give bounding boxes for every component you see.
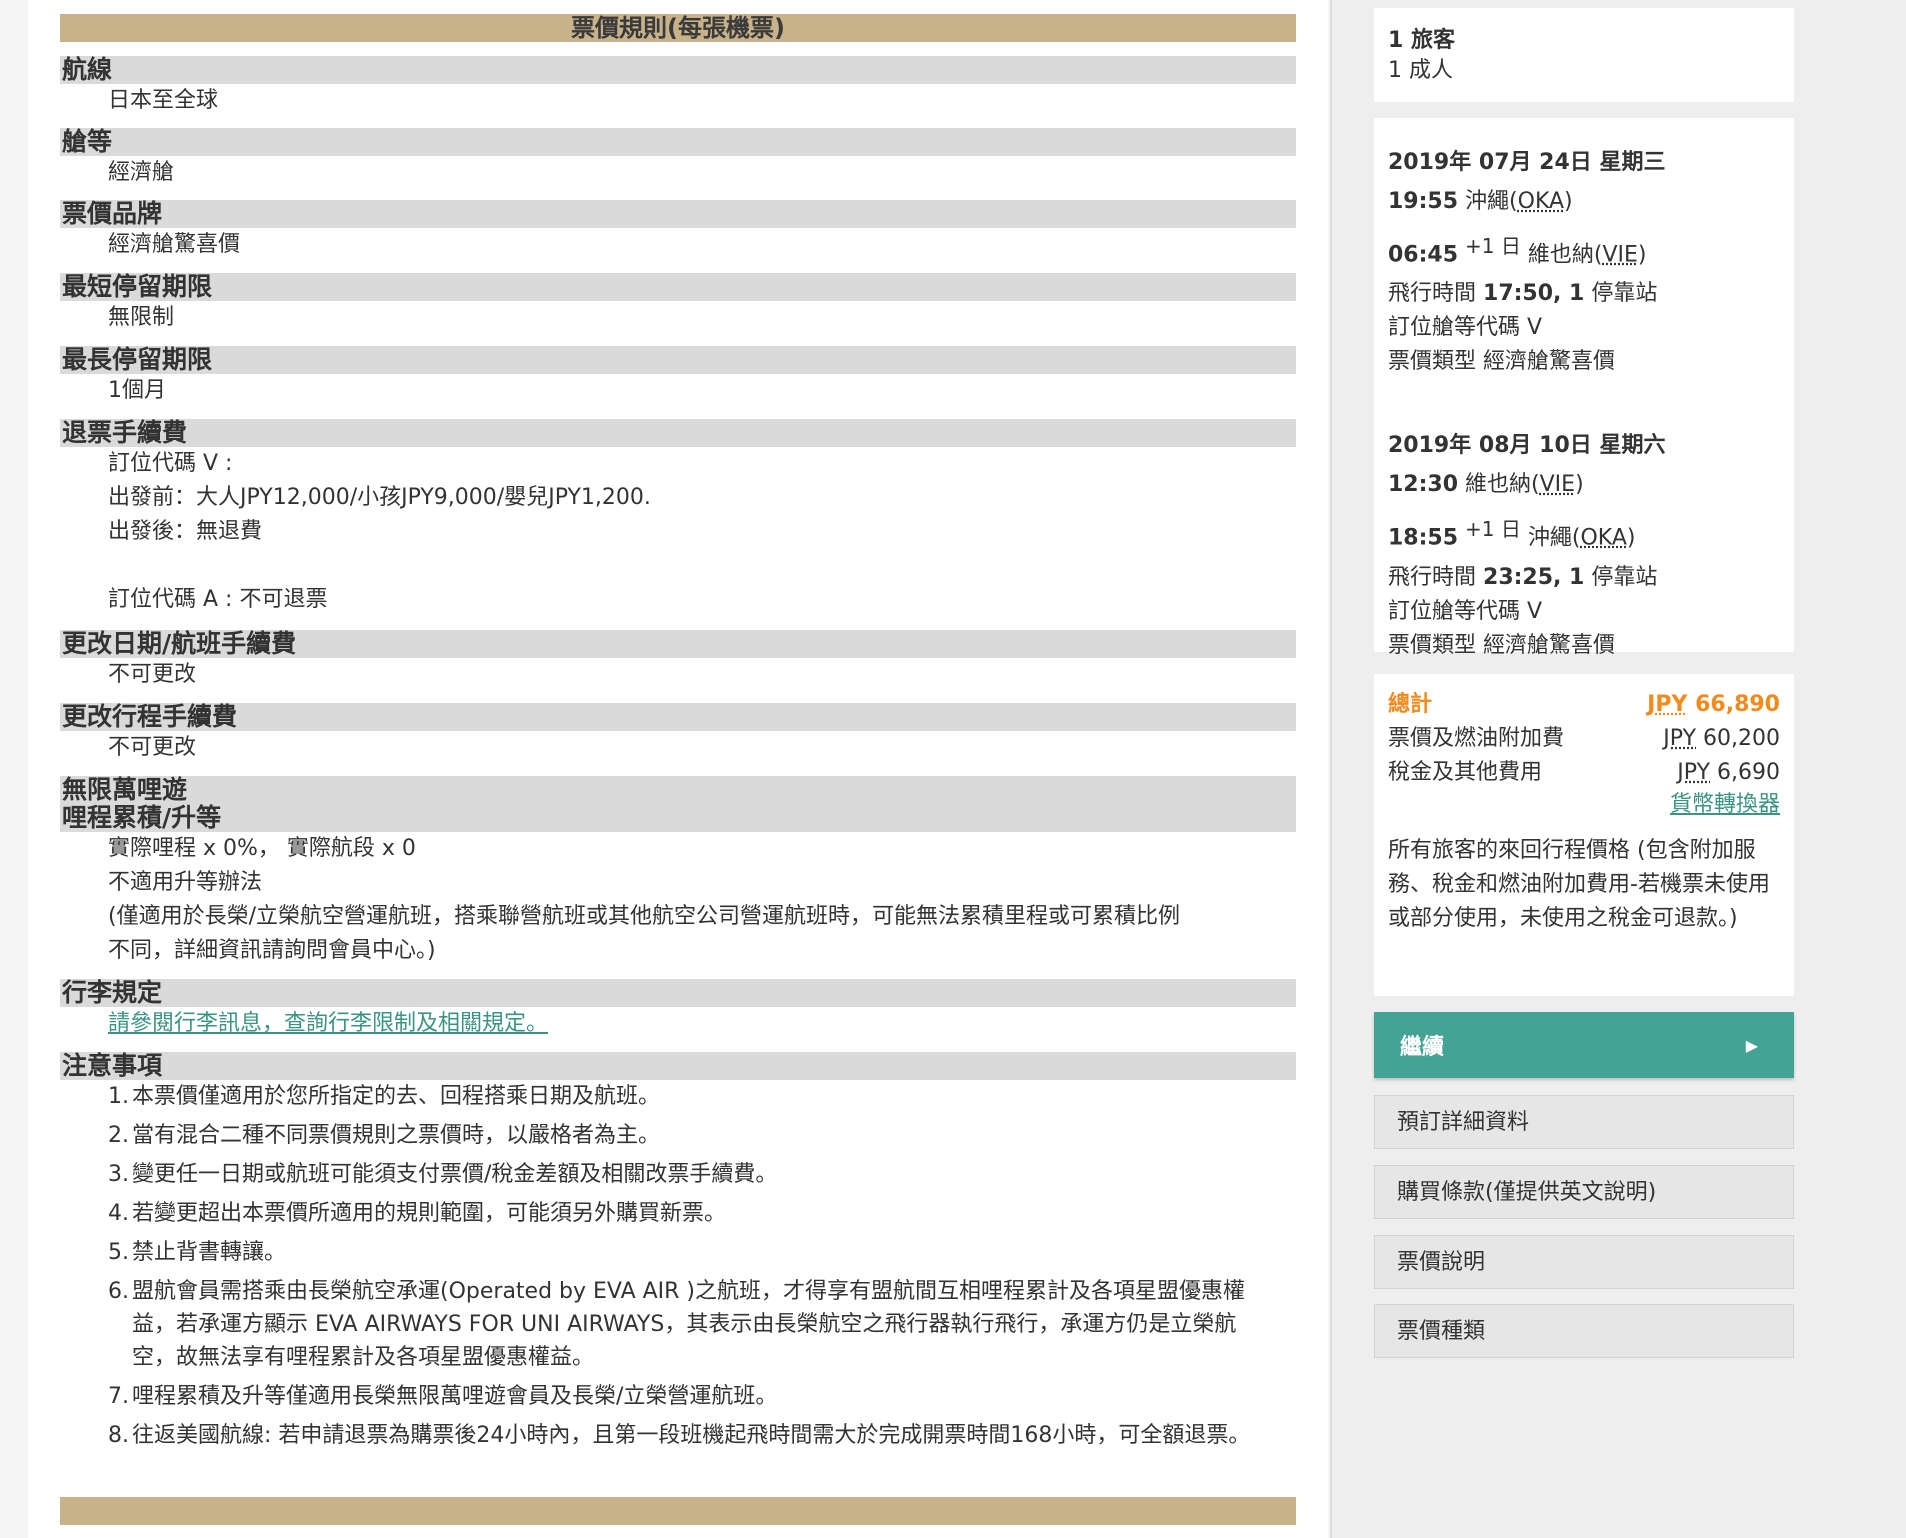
fare-label: 票價及燃油附加費 [1388,726,1565,751]
inbound-booking-class: 訂位艙等代碼 V [1388,598,1543,624]
total-amount: JPY 66,890 [1647,692,1780,717]
section-title: 更改日期/航班手續費 [60,630,1296,658]
passenger-count: 1 旅客 [1388,28,1455,53]
mileage-line: 不適用升等辦法 [108,870,263,895]
section-title: 航線 [60,56,1296,84]
tax-row: 稅金及其他費用 JPY 6,690 [1388,756,1780,790]
fare-info-button[interactable]: 票價說明 [1374,1235,1794,1289]
section-route: 航線 日本至全球 [60,56,1296,118]
fare-amount: JPY 60,200 [1663,726,1780,751]
section-max-stay: 最長停留期限 1個月 [60,346,1296,408]
inbound-departure: 12:30 維也納(VIE) [1388,472,1584,498]
section-change-date: 更改日期/航班手續費 不可更改 [60,630,1296,692]
baggage-link[interactable]: 請參閱行李訊息，查詢行李限制及相關規定。 [108,1007,1296,1041]
section-title: 無限萬哩遊 哩程累積/升等 [60,776,1296,832]
inbound-segment: 2019年 08月 10日 星期六 12:30 維也納(VIE) 18:55 +… [1388,429,1780,662]
total-label: 總計 [1388,692,1433,717]
section-mileage: 無限萬哩遊 哩程累積/升等 實際哩程 x 0%， 實際航段 x 0 不適用升等辦… [60,776,1296,968]
section-title: 票價品牌 [60,200,1296,228]
inbound-arrival: 18:55 +1 日 沖繩(OKA) [1388,517,1636,551]
fare-rules-panel: 票價規則(每張機票) 航線 日本至全球 艙等 經濟艙 票價品牌 經濟艙驚喜價 最… [28,0,1328,1538]
section-title: 艙等 [60,128,1296,156]
outbound-arrival: 06:45 +1 日 維也納(VIE) [1388,234,1647,268]
mileage-line: 實際哩程 x 0%， 實際航段 x 0 [108,836,416,861]
refund-line: 訂位代碼 A : 不可退票 [108,587,328,612]
notes-list: 1. 本票價僅適用於您所指定的去、回程搭乘日期及航班。 2. 當有混合二種不同票價規… [60,1080,1296,1452]
inbound-duration: 飛行時間 23:25, 1 停靠站 [1388,564,1658,590]
passenger-card: 1 旅客 1 成人 [1374,8,1794,102]
note-item: 1. 本票價僅適用於您所指定的去、回程搭乘日期及航班。 [108,1084,661,1109]
note-item: 4. 若變更超出本票價所適用的規則範圍，可能須另外購買新票。 [108,1201,727,1226]
section-value: 不可更改 [108,662,197,687]
section-title: 更改行程手續費 [60,703,1296,731]
inbound-fare-type: 票價類型 經濟艙驚喜價 [1388,632,1616,658]
note-item: 7. 哩程累積及升等僅適用長榮無限萬哩遊會員及長榮/立榮營運航班。 [108,1384,778,1409]
continue-label: 繼續 [1400,1035,1445,1060]
section-title: 最短停留期限 [60,273,1296,301]
section-fare-brand: 票價品牌 經濟艙驚喜價 [60,200,1296,262]
note-item: 2. 當有混合二種不同票價規則之票價時，以嚴格者為主。 [108,1123,661,1148]
booking-sidebar: 1 旅客 1 成人 2019年 07月 24日 星期三 19:55 沖繩(OKA… [1330,0,1906,1538]
purchase-terms-button[interactable]: 購買條款(僅提供英文說明) [1374,1165,1794,1219]
price-note: 所有旅客的來回行程價格 (包含附加服務、稅金和燃油附加費用-若機票未使用或部分使… [1388,838,1770,931]
section-value: 經濟艙驚喜價 [108,232,241,257]
booking-details-button[interactable]: 預訂詳細資料 [1374,1095,1794,1149]
fare-types-button[interactable]: 票價種類 [1374,1304,1794,1358]
section-title: 行李規定 [60,979,1296,1007]
refund-line: 訂位代碼 V : [108,451,233,476]
fare-rules-header: 票價規則(每張機票) [60,14,1296,42]
mileage-line: 不同，詳細資訊請詢問會員中心。) [108,938,436,963]
section-title: 退票手續費 [60,419,1296,447]
section-value: 無限制 [108,305,175,330]
note-item: 6. 盟航會員需搭乘由長榮航空承運(Operated by EVA AIR )之航… [108,1279,1246,1370]
total-row: 總計 JPY 66,890 [1388,688,1780,722]
currency-converter-link[interactable]: 貨幣轉換器 [1670,792,1780,817]
refund-line: 出發後：無退費 [108,519,263,544]
refund-line: 出發前：大人JPY12,000/小孩JPY9,000/嬰兒JPY1,200. [108,485,651,510]
outbound-segment: 2019年 07月 24日 星期三 19:55 沖繩(OKA) 06:45 +1… [1388,146,1780,379]
note-item: 3. 變更任一日期或航班可能須支付票價/稅金差額及相關改票手續費。 [108,1162,778,1187]
section-title: 最長停留期限 [60,346,1296,374]
inbound-date: 2019年 08月 10日 星期六 [1388,433,1666,459]
outbound-duration: 飛行時間 17:50, 1 停靠站 [1388,281,1658,307]
fare-rules-footer-bar [60,1497,1296,1525]
section-change-itinerary: 更改行程手續費 不可更改 [60,703,1296,765]
section-min-stay: 最短停留期限 無限制 [60,273,1296,335]
mileage-line: (僅適用於長榮/立榮航空營運航班，搭乘聯營航班或其他航空公司營運航班時，可能無法… [108,904,1180,929]
section-refund-fee: 退票手續費 訂位代碼 V : 出發前：大人JPY12,000/小孩JPY9,00… [60,419,1296,617]
note-item: 8. 往返美國航線: 若申請退票為購票後24小時內，且第一段班機起飛時間需大於完成… [108,1423,1251,1448]
section-title: 注意事項 [60,1052,1296,1080]
section-value: 日本至全球 [108,88,219,113]
tax-label: 稅金及其他費用 [1388,760,1543,785]
section-baggage: 行李規定 請參閱行李訊息，查詢行李限制及相關規定。 [60,979,1296,1041]
outbound-date: 2019年 07月 24日 星期三 [1388,150,1666,175]
tax-amount: JPY 6,690 [1677,760,1780,785]
outbound-fare-type: 票價類型 經濟艙驚喜價 [1388,349,1616,375]
section-value: 經濟艙 [108,160,175,185]
section-notes: 注意事項 1. 本票價僅適用於您所指定的去、回程搭乘日期及航班。 2. 當有混合二種… [60,1052,1296,1458]
outbound-booking-class: 訂位艙等代碼 V [1388,315,1543,341]
itinerary-card: 2019年 07月 24日 星期三 19:55 沖繩(OKA) 06:45 +1… [1374,118,1794,658]
chevron-right-icon: ▶ [1745,1035,1758,1055]
fare-row: 票價及燃油附加費 JPY 60,200 [1388,722,1780,756]
passenger-detail: 1 成人 [1388,58,1453,83]
outbound-departure: 19:55 沖繩(OKA) [1388,189,1573,214]
price-summary-card: 總計 JPY 66,890 票價及燃油附加費 JPY 60,200 稅金及其他費… [1374,674,1794,996]
section-value: 1個月 [108,378,166,403]
section-value: 不可更改 [108,735,197,760]
section-cabin: 艙等 經濟艙 [60,128,1296,190]
continue-button[interactable]: 繼續 ▶ [1374,1012,1794,1078]
note-item: 5. 禁止背書轉讓。 [108,1240,287,1265]
